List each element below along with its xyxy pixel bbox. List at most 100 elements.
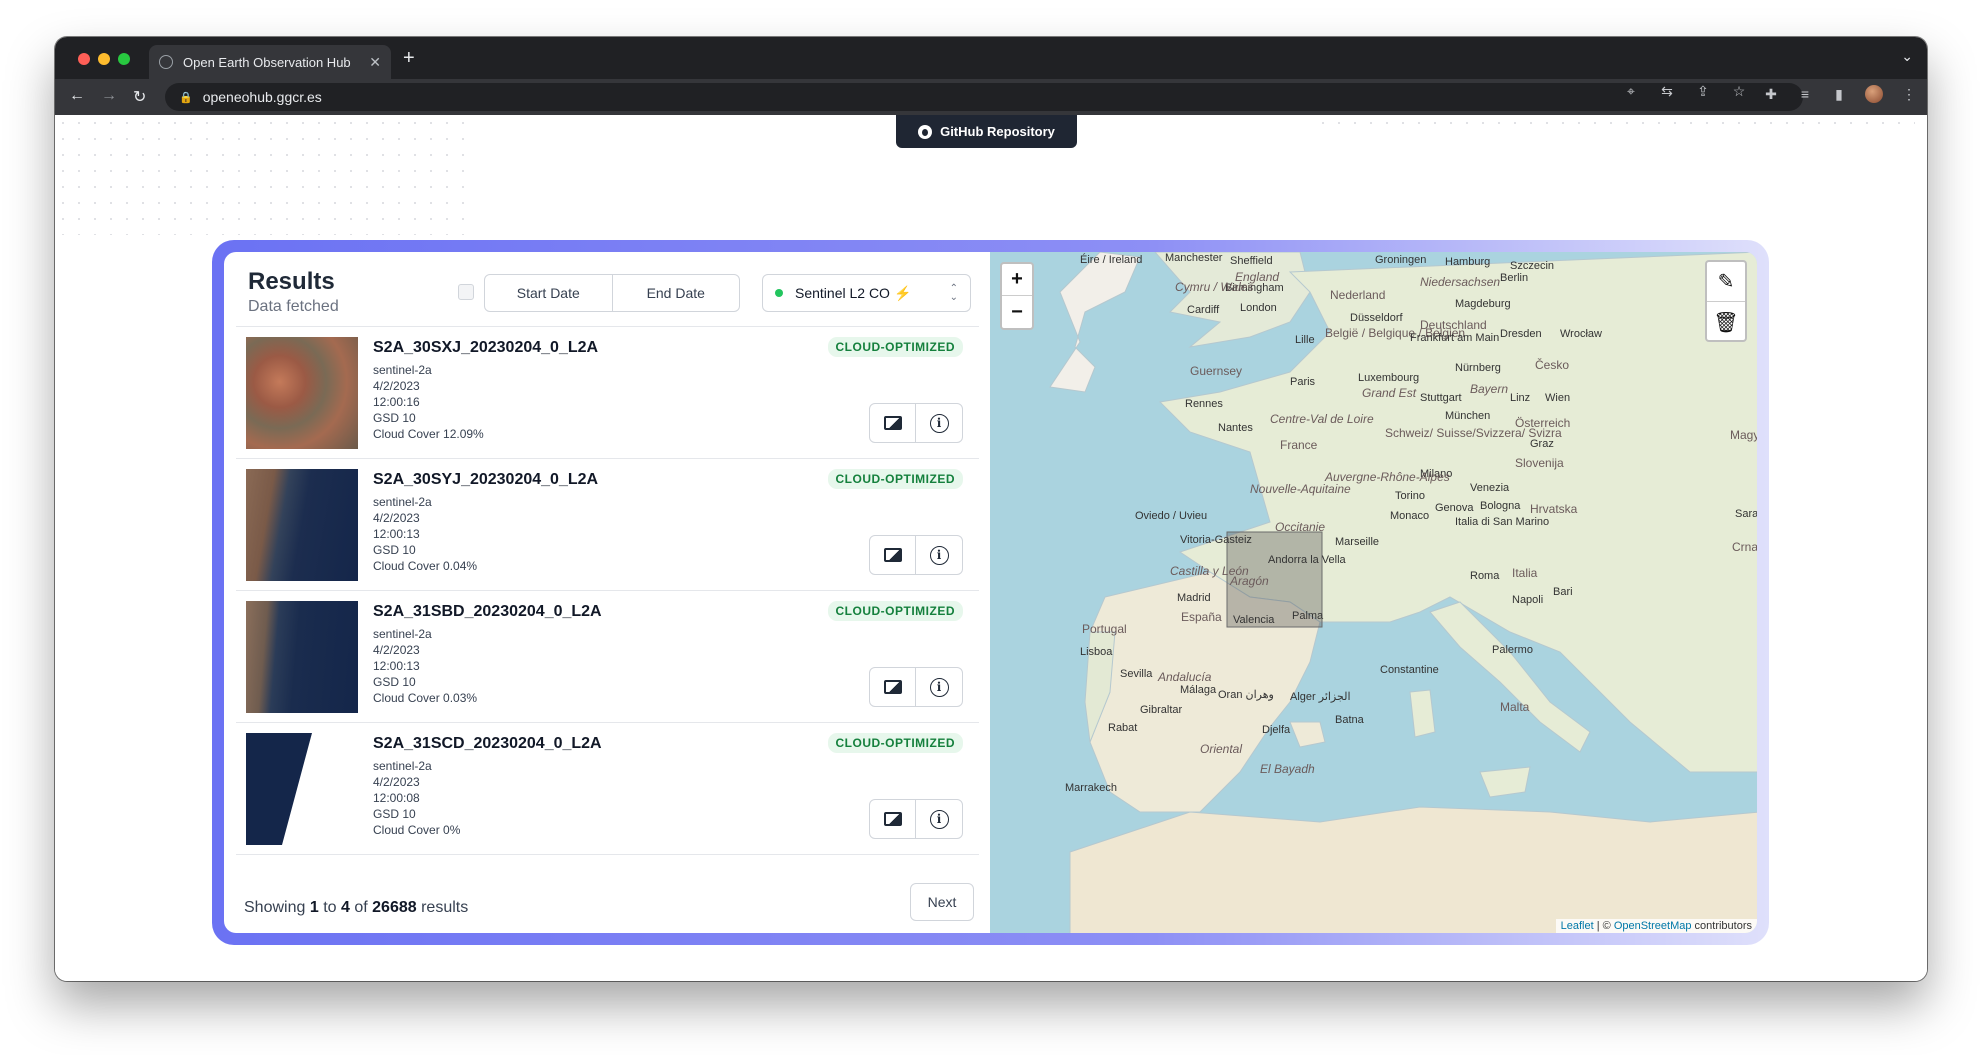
next-page-button[interactable]: Next bbox=[910, 883, 974, 921]
result-platform: sentinel-2a bbox=[373, 495, 432, 509]
start-date-field[interactable]: Start Date bbox=[485, 275, 613, 311]
zoom-control: + − bbox=[1000, 262, 1034, 330]
info-icon: i bbox=[929, 413, 949, 433]
result-item[interactable]: S2A_31SBD_20230204_0_L2A sentinel-2a 4/2… bbox=[236, 591, 979, 723]
edit-pencil-icon[interactable]: ✎ bbox=[1707, 262, 1745, 302]
result-time: 12:00:13 bbox=[373, 659, 420, 673]
attribution-separator: | © bbox=[1593, 920, 1614, 932]
close-tab-icon[interactable]: ✕ bbox=[369, 54, 381, 71]
range-end: 4 bbox=[340, 899, 350, 916]
result-cloud-cover: Cloud Cover 0% bbox=[373, 823, 461, 837]
openstreetmap-link[interactable]: OpenStreetMap bbox=[1614, 920, 1692, 932]
result-thumbnail bbox=[246, 469, 358, 581]
browser-toolbar: ← → ↻ 🔒 openeohub.ggcr.es ⌖ ⇆ ⇪ ☆ ✚ ≡ ▮ … bbox=[55, 79, 1927, 115]
result-time: 12:00:13 bbox=[373, 527, 420, 541]
result-actions: i bbox=[869, 535, 963, 575]
results-label: results bbox=[421, 899, 469, 916]
result-actions: i bbox=[869, 403, 963, 443]
share-icon[interactable]: ⇪ bbox=[1695, 83, 1711, 100]
chevron-down-icon[interactable]: ⌄ bbox=[1901, 48, 1913, 65]
preview-image-button[interactable] bbox=[870, 800, 916, 838]
image-icon bbox=[883, 416, 902, 430]
result-gsd: GSD 10 bbox=[373, 807, 416, 821]
cloud-optimized-badge: CLOUD-OPTIMIZED bbox=[827, 337, 963, 357]
reload-icon[interactable]: ↻ bbox=[133, 87, 146, 107]
info-icon: i bbox=[929, 545, 949, 565]
results-panel: Results Data fetched Start Date End Date… bbox=[224, 252, 990, 933]
map-attribution: Leaflet | © OpenStreetMap contributors bbox=[1555, 919, 1757, 933]
result-gsd: GSD 10 bbox=[373, 675, 416, 689]
result-platform: sentinel-2a bbox=[373, 363, 432, 377]
page-content: GitHub Repository Results Data fetched S… bbox=[55, 115, 1927, 981]
result-metadata: sentinel-2a 4/2/2023 12:00:08 GSD 10 Clo… bbox=[373, 758, 460, 838]
end-date-field[interactable]: End Date bbox=[613, 275, 740, 311]
result-actions: i bbox=[869, 667, 963, 707]
tab-bar: Open Earth Observation Hub ✕ + ⌄ bbox=[55, 37, 1927, 79]
map-view[interactable]: Éire / Ireland Manchester Sheffield Engl… bbox=[990, 252, 1757, 933]
result-item[interactable]: S2A_30SXJ_20230204_0_L2A sentinel-2a 4/2… bbox=[236, 327, 979, 459]
github-repository-button[interactable]: GitHub Repository bbox=[896, 115, 1077, 148]
info-button[interactable]: i bbox=[916, 800, 962, 838]
to-label: to bbox=[323, 899, 337, 916]
result-name: S2A_30SXJ_20230204_0_L2A bbox=[373, 339, 599, 356]
zoom-out-button[interactable]: − bbox=[1002, 296, 1032, 328]
preview-image-button[interactable] bbox=[870, 404, 916, 442]
browser-tab[interactable]: Open Earth Observation Hub ✕ bbox=[149, 45, 391, 79]
address-bar-icons: ⌖ ⇆ ⇪ ☆ bbox=[1623, 83, 1747, 100]
collection-select[interactable]: Sentinel L2 CO ⚡ ⌃ ⌄ bbox=[762, 274, 971, 312]
address-bar[interactable]: 🔒 openeohub.ggcr.es bbox=[165, 83, 1803, 111]
preview-image-button[interactable] bbox=[870, 668, 916, 706]
map-basemap bbox=[1049, 252, 1757, 933]
extension-icons: ✚ ≡ ▮ ⋮ bbox=[1763, 85, 1917, 103]
lock-icon: 🔒 bbox=[179, 91, 193, 104]
info-button[interactable]: i bbox=[916, 668, 962, 706]
close-window-button[interactable] bbox=[78, 53, 90, 65]
side-panel-icon[interactable]: ▮ bbox=[1831, 86, 1847, 103]
profile-avatar[interactable] bbox=[1865, 85, 1883, 103]
dot-pattern bbox=[55, 115, 465, 235]
result-cloud-cover: Cloud Cover 0.03% bbox=[373, 691, 478, 705]
of-label: of bbox=[354, 899, 368, 916]
result-date: 4/2/2023 bbox=[373, 643, 420, 657]
result-thumbnail bbox=[246, 337, 358, 449]
result-platform: sentinel-2a bbox=[373, 759, 432, 773]
cloud-optimized-badge: CLOUD-OPTIMIZED bbox=[827, 733, 963, 753]
preview-image-button[interactable] bbox=[870, 536, 916, 574]
result-platform: sentinel-2a bbox=[373, 627, 432, 641]
forward-icon[interactable]: → bbox=[101, 87, 117, 105]
dot-pattern bbox=[1315, 115, 1915, 125]
date-filter-checkbox[interactable] bbox=[458, 284, 474, 300]
attribution-tail: contributors bbox=[1691, 920, 1752, 932]
new-tab-icon[interactable]: + bbox=[403, 47, 415, 70]
zoom-in-button[interactable]: + bbox=[1002, 264, 1032, 296]
result-item[interactable]: S2A_31SCD_20230204_0_L2A sentinel-2a 4/2… bbox=[236, 723, 979, 855]
reading-list-icon[interactable]: ≡ bbox=[1797, 86, 1813, 102]
date-range-picker: Start Date End Date bbox=[484, 274, 740, 312]
updown-chevron-icon: ⌃ ⌄ bbox=[949, 283, 958, 303]
url-text: openeohub.ggcr.es bbox=[202, 89, 322, 105]
menu-kebab-icon[interactable]: ⋮ bbox=[1901, 86, 1917, 103]
result-time: 12:00:16 bbox=[373, 395, 420, 409]
total-count: 26688 bbox=[372, 899, 417, 916]
info-button[interactable]: i bbox=[916, 536, 962, 574]
location-icon[interactable]: ⌖ bbox=[1623, 83, 1639, 100]
github-button-label: GitHub Repository bbox=[940, 124, 1055, 139]
minimize-window-button[interactable] bbox=[98, 53, 110, 65]
globe-icon bbox=[159, 55, 173, 69]
result-name: S2A_31SBD_20230204_0_L2A bbox=[373, 603, 602, 620]
info-button[interactable]: i bbox=[916, 404, 962, 442]
maximize-window-button[interactable] bbox=[118, 53, 130, 65]
result-date: 4/2/2023 bbox=[373, 511, 420, 525]
leaflet-link[interactable]: Leaflet bbox=[1561, 920, 1594, 932]
translate-icon[interactable]: ⇆ bbox=[1659, 83, 1675, 100]
bookmark-star-icon[interactable]: ☆ bbox=[1731, 83, 1747, 100]
result-item[interactable]: S2A_30SYJ_20230204_0_L2A sentinel-2a 4/2… bbox=[236, 459, 979, 591]
extensions-icon[interactable]: ✚ bbox=[1763, 86, 1779, 103]
draw-toolbar: ✎ 🗑 bbox=[1705, 260, 1747, 342]
pagination-summary: Showing 1 to 4 of 26688 results bbox=[244, 899, 468, 917]
back-icon[interactable]: ← bbox=[69, 87, 85, 105]
result-date: 4/2/2023 bbox=[373, 379, 420, 393]
thumbnail-swath bbox=[246, 733, 312, 845]
result-cloud-cover: Cloud Cover 12.09% bbox=[373, 427, 484, 441]
trash-icon[interactable]: 🗑 bbox=[1707, 302, 1745, 342]
